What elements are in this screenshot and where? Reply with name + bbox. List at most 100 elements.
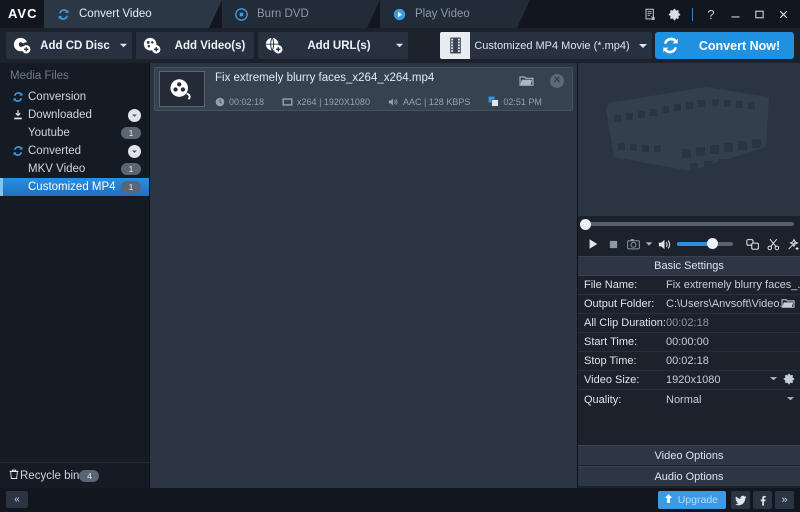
facebook-icon[interactable] (753, 491, 772, 509)
sidebar-item-downloaded[interactable]: Downloaded (0, 106, 149, 124)
right-panel: Basic Settings File Name: Fix extremely … (578, 63, 800, 488)
collapse-sidebar-button[interactable]: « (6, 491, 28, 508)
app-logo: AVC (8, 6, 38, 21)
close-button[interactable] (772, 3, 794, 25)
file-video-info: x264 | 1920X1080 (282, 97, 370, 107)
copy-icon (488, 96, 500, 107)
seek-handle[interactable] (580, 218, 591, 230)
tab-convert-video[interactable]: Convert Video (44, 0, 222, 28)
sidebar-item-converted[interactable]: Converted (0, 142, 149, 160)
sidebar-item-conversion[interactable]: Conversion (0, 88, 149, 106)
gear-icon[interactable] (783, 373, 795, 388)
file-list: Fix extremely blurry faces_x264_x264.mp4… (150, 63, 578, 488)
snapshot-dropdown[interactable] (643, 234, 655, 254)
row-value[interactable]: 00:02:18 (666, 355, 800, 367)
maximize-button[interactable] (748, 3, 770, 25)
volume-icon[interactable] (655, 234, 675, 254)
chevron-down-icon[interactable] (769, 374, 778, 386)
play-button[interactable] (583, 234, 603, 254)
sidebar: Media Files Conversion Downloaded Youtub… (0, 63, 150, 488)
more-social-button[interactable]: » (775, 491, 794, 509)
chevron-down-icon[interactable] (128, 108, 141, 122)
remove-file-button[interactable]: ✕ (550, 74, 564, 88)
upgrade-button[interactable]: Upgrade (657, 491, 726, 509)
add-urls-button[interactable]: Add URL(s) (258, 32, 408, 59)
chevron-down-icon[interactable] (634, 41, 652, 51)
sidebar-item-customized-mp4[interactable]: Customized MP4 1 (0, 178, 149, 196)
row-label: All Clip Duration: (584, 317, 666, 329)
chevron-down-icon[interactable] (128, 144, 141, 158)
tab-burn-dvd[interactable]: Burn DVD (222, 0, 380, 28)
sidebar-item-label: MKV Video (28, 163, 86, 175)
file-list-row[interactable]: Fix extremely blurry faces_x264_x264.mp4… (154, 67, 573, 111)
sidebar-item-mkv-video[interactable]: MKV Video 1 (0, 160, 149, 178)
twitter-icon[interactable] (731, 491, 750, 509)
open-folder-icon[interactable] (519, 74, 534, 92)
upgrade-label: Upgrade (677, 494, 718, 506)
settings-row-start-time: Start Time: 00:00:00 (578, 333, 800, 352)
row-label: Output Folder: (584, 298, 655, 310)
film-strip-icon (440, 32, 470, 59)
merge-icon[interactable] (743, 234, 763, 254)
minimize-button[interactable] (724, 3, 746, 25)
row-value[interactable]: C:\Users\Anvsoft\Video... (666, 298, 781, 310)
row-label: Stop Time: (584, 355, 637, 367)
audio-options-section[interactable]: Audio Options (578, 466, 800, 486)
snapshot-button[interactable] (623, 234, 643, 254)
seek-bar[interactable] (578, 216, 800, 232)
row-value[interactable]: 1920x1080 (666, 374, 769, 386)
sidebar-item-label: Downloaded (28, 109, 92, 121)
log-icon[interactable] (639, 3, 661, 25)
file-duration: 00:02:18 (215, 97, 264, 107)
video-preview[interactable] (578, 63, 800, 216)
row-value[interactable]: 00:00:00 (666, 336, 800, 348)
row-label: Quality: (584, 393, 622, 406)
tab-play-video[interactable]: Play Video (380, 0, 530, 28)
add-videos-button[interactable]: Add Video(s) (136, 32, 254, 59)
convert-now-button[interactable]: Convert Now! (655, 32, 794, 59)
seek-track (584, 222, 794, 226)
sidebar-item-label: Youtube (28, 127, 70, 139)
chevron-down-icon[interactable] (390, 41, 408, 50)
recycle-bin-label: Recycle bin (20, 469, 80, 482)
sidebar-item-label: Customized MP4 (28, 181, 116, 193)
basic-settings-title: Basic Settings (578, 257, 800, 276)
recycle-bin-badge: 4 (79, 469, 100, 482)
add-cd-disc-label: Add CD Disc (40, 39, 110, 52)
chevron-down-icon[interactable] (114, 41, 132, 50)
row-value: 00:02:18 (666, 317, 709, 329)
gear-icon[interactable] (663, 3, 685, 25)
output-profile-selector[interactable]: Customized MP4 Movie (*.mp4) (440, 32, 652, 59)
divider (692, 7, 693, 21)
refresh-icon (56, 7, 71, 22)
settings-row-clip-duration: All Clip Duration: 00:02:18 (578, 314, 800, 333)
window-controls: ? (639, 0, 794, 28)
speaker-icon (388, 97, 399, 107)
file-thumbnail (159, 71, 205, 107)
row-label: File Name: (584, 279, 638, 291)
scissors-icon[interactable] (763, 234, 783, 254)
video-options-section[interactable]: Video Options (578, 445, 800, 465)
volume-handle[interactable] (707, 238, 718, 249)
chevron-down-icon[interactable] (786, 394, 795, 406)
add-cd-disc-button[interactable]: Add CD Disc (6, 32, 132, 59)
volume-slider[interactable] (677, 237, 733, 251)
play-circle-icon (392, 7, 407, 22)
help-button[interactable]: ? (700, 3, 722, 25)
sidebar-item-badge: 1 (121, 127, 141, 139)
conversion-icon (8, 91, 28, 103)
main-toolbar: Add CD Disc Add Video(s) Add URL(s) Cust… (0, 28, 800, 63)
sidebar-item-youtube[interactable]: Youtube 1 (0, 124, 149, 142)
stop-button[interactable] (603, 234, 623, 254)
browse-folder-icon[interactable] (781, 297, 795, 312)
effects-icon[interactable] (783, 234, 800, 254)
cd-disc-add-icon (6, 36, 36, 55)
row-value[interactable]: Normal (666, 394, 786, 406)
settings-row-stop-time: Stop Time: 00:02:18 (578, 352, 800, 371)
recycle-bin-item[interactable]: Recycle bin 4 (0, 462, 150, 488)
row-value[interactable]: Fix extremely blurry faces_... (666, 279, 800, 291)
clock-icon (215, 97, 225, 107)
file-info: Fix extremely blurry faces_x264_x264.mp4… (205, 69, 572, 109)
add-videos-label: Add Video(s) (174, 39, 246, 52)
sidebar-title: Media Files (10, 70, 69, 82)
